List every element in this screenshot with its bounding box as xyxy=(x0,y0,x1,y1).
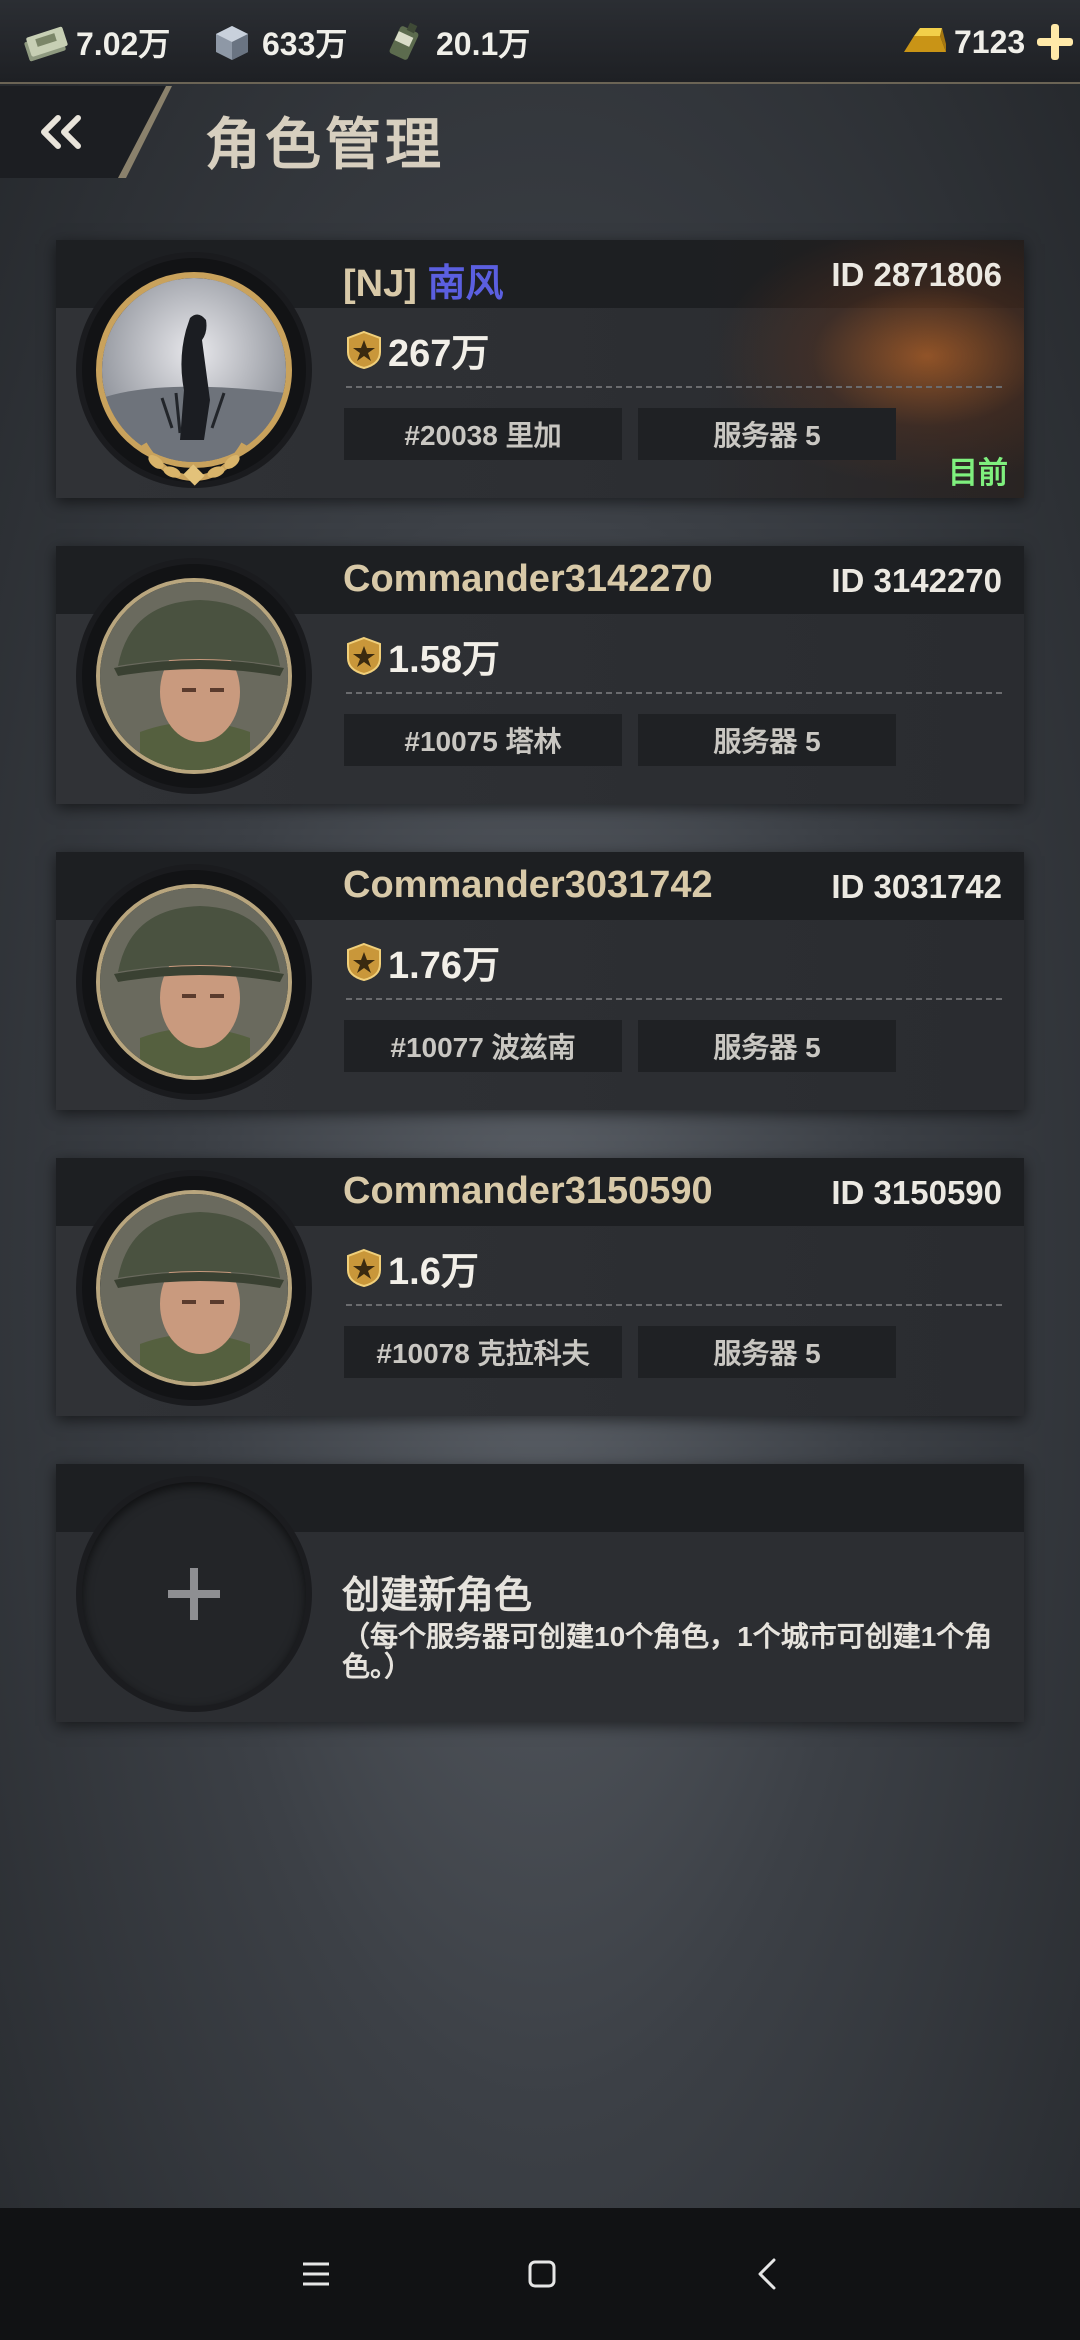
soldier-portrait-icon xyxy=(100,888,288,1076)
avatar-portrait xyxy=(96,1190,292,1386)
cash-icon xyxy=(24,26,68,62)
character-card[interactable]: Commander3150590 ID 3150590 1.6万 #10078 … xyxy=(56,1158,1024,1416)
create-character-card[interactable]: 创建新角色 （每个服务器可创建10个角色，1个城市可创建1个角色。） xyxy=(56,1464,1024,1722)
server-label: 服务器 5 xyxy=(638,714,896,766)
system-nav-bar xyxy=(0,2208,1080,2340)
character-name: Commander3150590 xyxy=(343,1170,713,1212)
character-card[interactable]: Commander3142270 ID 3142270 1.58万 #10075… xyxy=(56,546,1024,804)
avatar-portrait xyxy=(96,884,292,1080)
divider xyxy=(346,1304,1002,1306)
character-name: Commander3031742 xyxy=(343,864,713,906)
resource-steel[interactable]: 633万 xyxy=(208,0,347,84)
menu-icon[interactable] xyxy=(286,2244,346,2304)
gold-value: 7123 xyxy=(954,23,1026,60)
power-value: 1.76万 xyxy=(388,945,500,987)
steel-icon xyxy=(216,26,248,60)
divider xyxy=(346,998,1002,1000)
divider xyxy=(346,386,1002,388)
gold-bar-icon xyxy=(904,28,946,52)
avatar[interactable] xyxy=(82,564,306,788)
character-card[interactable]: [NJ] 南风 ID 2871806 267万 #20038 里加 服务器 5 … xyxy=(56,240,1024,498)
oil-icon xyxy=(389,22,419,60)
city-location: #20038 里加 xyxy=(344,408,622,460)
page-header: 角色管理 xyxy=(0,86,1080,178)
plus-icon xyxy=(168,1568,220,1620)
power-row: 1.58万 xyxy=(346,628,500,683)
power-badge-icon xyxy=(347,1248,381,1287)
resource-oil[interactable]: 20.1万 xyxy=(382,0,530,84)
power-row: 267万 xyxy=(346,322,489,377)
avatar-portrait xyxy=(96,578,292,774)
character-card[interactable]: Commander3031742 ID 3031742 1.76万 #10077… xyxy=(56,852,1024,1110)
cash-value: 7.02万 xyxy=(76,26,171,62)
divider xyxy=(346,692,1002,694)
resource-cash[interactable]: 7.02万 xyxy=(22,0,170,84)
soldier-portrait-icon xyxy=(100,582,288,770)
create-title: 创建新角色 xyxy=(342,1575,533,1617)
power-row: 1.6万 xyxy=(346,1240,479,1295)
city-location: #10077 波兹南 xyxy=(344,1020,622,1072)
resource-gold[interactable]: 7123 xyxy=(900,0,1075,84)
steel-value: 633万 xyxy=(262,26,348,62)
current-badge: 目前 xyxy=(948,457,1008,490)
page-title: 角色管理 xyxy=(205,113,445,176)
double-chevron-left-icon xyxy=(41,115,81,149)
add-gold-button[interactable] xyxy=(1035,22,1075,62)
home-icon[interactable] xyxy=(512,2244,572,2304)
power-badge-icon xyxy=(347,942,381,981)
character-id: ID 3031742 xyxy=(831,868,1002,905)
laurel-icon xyxy=(141,442,247,486)
character-id: ID 3150590 xyxy=(831,1174,1002,1211)
back-icon[interactable] xyxy=(738,2244,798,2304)
oil-value: 20.1万 xyxy=(436,26,531,62)
create-character-button[interactable] xyxy=(82,1482,306,1706)
resource-bar: 7.02万 633万 20.1万 7123 xyxy=(0,0,1080,84)
character-name: [NJ] 南风 xyxy=(343,252,503,307)
character-id: ID 2871806 xyxy=(831,256,1002,293)
power-value: 1.58万 xyxy=(388,639,500,681)
avatar[interactable] xyxy=(82,258,306,486)
create-description: （每个服务器可创建10个角色，1个城市可创建1个角色。） xyxy=(342,1621,993,1682)
alliance-tag: [NJ] xyxy=(343,263,417,305)
city-location: #10075 塔林 xyxy=(344,714,622,766)
power-badge-icon xyxy=(347,636,381,675)
server-label: 服务器 5 xyxy=(638,1326,896,1378)
soldier-portrait-icon xyxy=(100,1194,288,1382)
avatar[interactable] xyxy=(82,1176,306,1400)
character-id: ID 3142270 xyxy=(831,562,1002,599)
character-name: Commander3142270 xyxy=(343,558,713,600)
power-value: 1.6万 xyxy=(388,1251,479,1293)
server-label: 服务器 5 xyxy=(638,1020,896,1072)
power-badge-icon xyxy=(347,330,381,369)
avatar[interactable] xyxy=(82,870,306,1094)
power-row: 1.76万 xyxy=(346,934,500,989)
server-label: 服务器 5 xyxy=(638,408,896,460)
character-nickname: 南风 xyxy=(427,263,504,305)
city-location: #10078 克拉科夫 xyxy=(344,1326,622,1378)
power-value: 267万 xyxy=(388,333,490,375)
